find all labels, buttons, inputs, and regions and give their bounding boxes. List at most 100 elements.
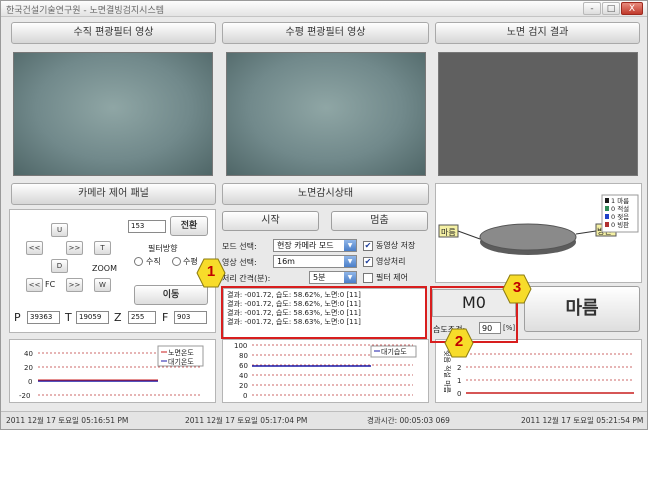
title-bar: 한국건설기술연구원 - 노면결빙검지시스템 - □ X: [1, 1, 647, 17]
hum-ytick: 60: [239, 362, 248, 370]
minimize-button[interactable]: -: [583, 2, 601, 15]
temp-chart: 40 20 0 -20 노면온도 대기온도: [19, 345, 204, 400]
image-process-checkbox[interactable]: ✔: [363, 257, 373, 267]
annotation-box-log: [221, 286, 427, 339]
zoom-wide-button[interactable]: W: [94, 278, 111, 292]
vertical-video-header: 수직 편광필터 영상: [11, 22, 216, 44]
horizontal-video-header: 수평 편광필터 영상: [222, 22, 429, 44]
start-button[interactable]: 시작: [222, 211, 319, 231]
hum-ytick: 0: [243, 392, 247, 400]
horizontal-filter-video: [226, 52, 426, 176]
status-current-time: 2011 12월 17 토요일 05:21:54 PM: [521, 416, 644, 425]
radio-vertical-label: 수직: [146, 257, 161, 266]
preset-input[interactable]: 153: [128, 220, 166, 233]
road-status-header: 노면감시상태: [222, 183, 429, 205]
hum-ytick: 80: [239, 352, 248, 360]
annotation-marker-2: 2: [444, 328, 474, 358]
zoom-label: ZOOM: [92, 264, 117, 273]
state-ytick: 1: [457, 377, 461, 385]
hum-ytick: 20: [239, 382, 248, 390]
temp-ytick: 0: [28, 378, 32, 386]
focus-near-button[interactable]: <<: [26, 278, 43, 292]
pan-right-button[interactable]: >>: [66, 241, 83, 255]
focus-far-button[interactable]: >>: [66, 278, 83, 292]
annotation-marker-1-label: 1: [206, 263, 216, 280]
temp-ytick: 40: [24, 350, 33, 358]
window-title: 한국건설기술연구원 - 노면결빙검지시스템: [6, 6, 165, 16]
pie-legend-swatch: [605, 206, 609, 211]
annotation-marker-1: 1: [196, 258, 226, 288]
detect-result-image: [438, 52, 638, 176]
temp-chart-panel: 40 20 0 -20 노면온도 대기온도: [9, 339, 216, 403]
mode-select[interactable]: 현장 카메라 모드 ▼: [273, 239, 357, 252]
pie-leader-right: [575, 230, 597, 235]
pie-legend-swatch: [605, 214, 609, 219]
interval-select-value: 5분: [313, 273, 326, 282]
maximize-button[interactable]: □: [602, 2, 620, 15]
radio-vertical[interactable]: [134, 257, 143, 266]
status-last-time: 2011 12월 17 토요일 05:17:04 PM: [185, 416, 308, 425]
status-start-time: 2011 12월 17 토요일 05:16:51 PM: [6, 416, 129, 425]
pan-left-button[interactable]: <<: [26, 241, 43, 255]
focus-label: FC: [45, 280, 56, 289]
mode-label: 모드 선택:: [222, 242, 257, 251]
tilt-up-button[interactable]: U: [51, 223, 68, 237]
pie-legend-label: 0 적설: [611, 205, 629, 213]
video-select-value: 16m: [277, 257, 295, 266]
temp-legend-road: 노면온도: [168, 348, 194, 357]
temp-legend-air: 대기온도: [168, 357, 194, 366]
pie-legend-label: 0 빙판: [611, 220, 629, 229]
chevron-down-icon: ▼: [344, 256, 356, 267]
pie-legend-swatch: [605, 198, 609, 203]
video-select-label: 영상 선택:: [222, 258, 257, 267]
pie-label-left: 마름: [441, 228, 456, 237]
state-ytick: 0: [457, 390, 461, 398]
annotation-marker-3: 3: [502, 274, 532, 304]
pie-leader-left: [457, 230, 481, 240]
mode-select-value: 현장 카메라 모드: [277, 241, 334, 250]
main-window: 한국건설기술연구원 - 노면결빙검지시스템 - □ X 수직 편광필터 영상 수…: [0, 0, 648, 430]
stop-button[interactable]: 멈춤: [331, 211, 428, 231]
zoom-tele-button[interactable]: T: [94, 241, 111, 255]
vertical-filter-video: [13, 52, 213, 176]
zoom-value-input[interactable]: 255: [128, 311, 156, 324]
save-video-label: 동영상 저장: [376, 241, 416, 250]
pan-label: P: [14, 311, 21, 324]
tilt-down-button[interactable]: D: [51, 259, 68, 273]
pie-legend-swatch: [605, 222, 609, 227]
chevron-down-icon: ▼: [344, 272, 356, 283]
close-button[interactable]: X: [621, 2, 643, 15]
tilt-value-input[interactable]: 19059: [76, 311, 109, 324]
hum-legend-label: 대기습도: [381, 347, 407, 356]
pie-legend-label: 0 젖음: [611, 213, 629, 221]
temp-ytick: 20: [24, 364, 33, 372]
chevron-down-icon: ▼: [344, 240, 356, 251]
zoom-value-label: Z: [114, 311, 122, 324]
filter-control-checkbox[interactable]: [363, 273, 373, 283]
humidity-chart: 100 80 60 40 20 0 대기습도: [234, 342, 417, 400]
status-bar: 2011 12월 17 토요일 05:16:51 PM 2011 12월 17 …: [1, 411, 647, 429]
road-state-button[interactable]: 마름: [524, 286, 640, 332]
status-elapsed: 경과시간: 00:05:03 069: [367, 416, 450, 425]
hum-ytick: 40: [239, 372, 248, 380]
humidity-chart-panel: 100 80 60 40 20 0 대기습도: [222, 339, 429, 403]
save-video-checkbox[interactable]: ✔: [363, 241, 373, 251]
tilt-label: T: [65, 311, 72, 324]
interval-select[interactable]: 5분 ▼: [309, 271, 357, 284]
video-select[interactable]: 16m ▼: [273, 255, 357, 268]
radio-horizontal[interactable]: [172, 257, 181, 266]
pie-chart: 마름 빙판 1 마름0 적설0 젖음0 빙판: [438, 194, 639, 255]
pie-legend-label: 1 마름: [611, 196, 629, 205]
interval-label: 처리 간격(분):: [222, 274, 271, 283]
pan-value-input[interactable]: 39363: [27, 311, 60, 324]
switch-button[interactable]: 전환: [170, 216, 208, 236]
filter-control-label: 필터 제어: [376, 273, 408, 282]
focus-value-label: F: [162, 311, 169, 324]
temp-ytick: -20: [19, 392, 30, 400]
focus-value-input[interactable]: 903: [174, 311, 207, 324]
annotation-marker-2-label: 2: [454, 333, 464, 350]
pie-legend: 1 마름0 적설0 젖음0 빙판: [601, 194, 639, 233]
pie-slice-dry: [479, 223, 577, 251]
camera-control-panel: U << >> T D ZOOM << FC >> W 153 전환 필터방향 …: [9, 209, 216, 333]
pie-chart-panel: 마름 빙판 1 마름0 적설0 젖음0 빙판: [435, 183, 642, 283]
